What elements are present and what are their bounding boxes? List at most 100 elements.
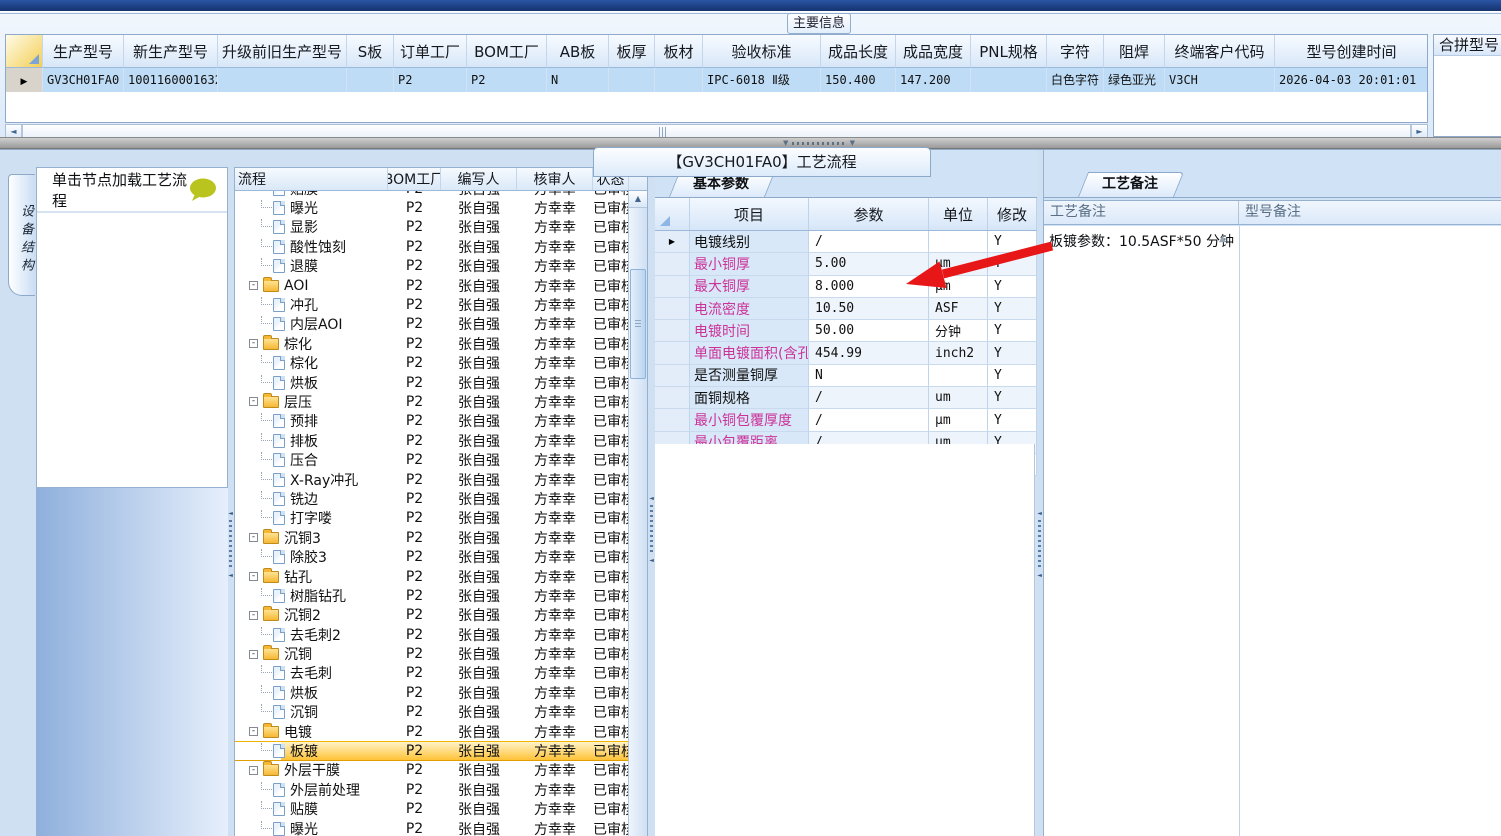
tab-main-info[interactable]: 主要信息 — [787, 13, 851, 34]
column-header[interactable]: S板 — [347, 35, 394, 68]
param-row[interactable]: 最小铜包覆厚度 / µm Y — [655, 409, 1037, 432]
param-corner-cell[interactable] — [655, 198, 690, 230]
tree-row[interactable]: 烘板 P2 张自强 方幸幸已审核 — [235, 683, 629, 703]
param-row[interactable]: 单面电镀面积(含孔) 454.99 inch2 Y — [655, 342, 1037, 365]
tree-node[interactable]: 棕化 — [235, 354, 388, 373]
cell-value[interactable]: 10011600016326 — [124, 68, 218, 92]
tree-row[interactable]: - 层压 P2 张自强 方幸幸 已审核 — [235, 392, 629, 412]
param-column-header[interactable]: 修改 — [988, 198, 1037, 230]
tree-row[interactable]: 去毛刺 P2 张自强 方幸幸已审核 — [235, 663, 629, 684]
tree-row[interactable]: X-Ray冲孔 P2 张自强 方幸幸已审核 — [235, 469, 629, 490]
tree-row[interactable]: 外层前处理 P2 张自强 方幸幸已审核 — [235, 780, 629, 800]
collapse-icon[interactable]: - — [249, 572, 258, 581]
cell-value[interactable]: GV3CH01FA0 — [43, 68, 124, 92]
collapse-icon[interactable]: - — [249, 649, 258, 659]
tree-node[interactable]: 去毛刺 — [235, 664, 388, 683]
param-value-cell[interactable]: / — [809, 409, 929, 432]
tree-node[interactable]: 酸性蚀刻 — [235, 237, 388, 256]
tree-node[interactable]: 除胶3 — [235, 547, 388, 566]
tree-row[interactable]: 曝光P2张自强方幸幸已审核 — [235, 818, 629, 836]
column-header[interactable]: 板材 — [655, 35, 703, 68]
tree-row[interactable]: 退膜 P2 张自强 方幸幸已审核 — [235, 256, 629, 276]
param-value-cell[interactable]: / — [809, 387, 929, 410]
tree-row[interactable]: 打字喽 P2 张自强 方幸幸已审核 — [235, 508, 629, 529]
column-header[interactable]: 板厚 — [609, 35, 655, 68]
tab-process-remark[interactable]: 工艺备注 — [1078, 172, 1174, 197]
tree-row[interactable]: 酸性蚀刻 P2 张自强 方幸幸已审核 — [235, 237, 629, 257]
left-vertical-splitter[interactable]: ◄ ◄ — [227, 150, 234, 836]
tree-node[interactable]: 显影 — [235, 218, 388, 237]
hscroll-grip-icon[interactable] — [659, 127, 667, 137]
tree-node[interactable]: 烘板 — [235, 683, 388, 702]
param-row[interactable]: 最小铜厚 5.00 µm Y — [655, 253, 1037, 276]
param-value-cell[interactable]: N — [809, 364, 929, 388]
scroll-up-icon[interactable]: ▲ — [629, 191, 647, 208]
tree-node[interactable]: - 沉铜2 — [235, 606, 388, 625]
collapse-icon[interactable]: - — [249, 339, 258, 349]
param-column-header[interactable]: 项目 — [690, 198, 809, 230]
tree-node[interactable]: 沉铜 — [235, 703, 388, 722]
cell-value[interactable]: 2026-04-03 20:01:01 — [1275, 68, 1427, 92]
tree-row[interactable]: 贴膜 P2 张自强 方幸幸已审核 — [235, 799, 629, 819]
tree-row[interactable]: 板镀 P2 张自强 方幸幸已审核 — [235, 741, 629, 761]
mid-vertical-splitter[interactable]: ◄ ◄ — [648, 150, 655, 836]
cell-value[interactable]: IPC-6018 Ⅱ级 — [703, 68, 821, 92]
tree-node[interactable]: 曝光 — [235, 198, 388, 217]
tree-node[interactable]: 树脂钻孔 — [235, 586, 388, 605]
tree-row[interactable]: 棕化 P2 张自强 方幸幸已审核 — [235, 353, 629, 373]
tree-node[interactable]: 打字喽 — [235, 509, 388, 528]
tree-node[interactable]: - 沉铜 — [235, 644, 388, 663]
tree-node[interactable]: 内层AOI — [235, 315, 388, 334]
tree-node[interactable]: 去毛刺2 — [235, 625, 388, 644]
column-header[interactable]: AB板 — [547, 35, 609, 68]
tree-node[interactable]: 烘板 — [235, 373, 388, 392]
right-vertical-splitter[interactable]: ◄ ◄ — [1036, 150, 1043, 836]
collapse-icon[interactable]: - — [249, 533, 258, 543]
tree-node[interactable]: 贴膜 — [235, 800, 388, 819]
cell-value[interactable]: 150.400 — [821, 68, 896, 92]
tree-node[interactable]: 外层前处理 — [235, 780, 388, 799]
tree-row[interactable]: - 沉铜3 P2 张自强 方幸幸已审核 — [235, 528, 629, 548]
tree-row[interactable]: 曝光P2张自强方幸幸已审核 — [235, 198, 629, 218]
tree-row[interactable]: - AOI P2 张自强 方幸幸已审核 — [235, 275, 629, 296]
tree-node[interactable]: - 电镀 — [235, 722, 388, 741]
cell-value[interactable]: 白色字符 — [1047, 68, 1104, 92]
param-row[interactable]: ▶ 电镀线别 / Y — [655, 231, 1037, 254]
tree-row[interactable]: 排板 P2 张自强 方幸幸已审核 — [235, 431, 629, 451]
cell-value[interactable]: P2 — [394, 68, 467, 92]
tree-column-header[interactable]: 编写人 — [441, 168, 517, 190]
tree-node[interactable]: 排板 — [235, 431, 388, 450]
tree-row[interactable]: 树脂钻孔 P2 张自强 方幸幸已审核 — [235, 586, 629, 606]
tree-row[interactable]: 除胶3 P2 张自强 方幸幸已审核 — [235, 547, 629, 567]
tree-node[interactable]: - 钻孔 — [235, 567, 388, 586]
cell-value[interactable]: P2 — [467, 68, 547, 92]
param-row[interactable]: 电镀时间 50.00 分钟 Y — [655, 320, 1037, 343]
tree-node[interactable]: - AOI — [235, 276, 388, 295]
tree-scroll-thumb[interactable] — [630, 269, 646, 379]
collapse-icon[interactable]: - — [249, 397, 258, 407]
column-header[interactable]: 字符 — [1047, 35, 1104, 68]
column-header[interactable]: BOM工厂 — [467, 35, 547, 68]
column-header[interactable]: 升级前旧生产型号 — [218, 35, 347, 68]
combined-model-header[interactable]: 合拼型号 — [1434, 35, 1501, 56]
param-row[interactable]: 面铜规格 / um Y — [655, 387, 1037, 410]
column-header[interactable]: 终端客户代码 — [1165, 35, 1275, 68]
tab-device-structure[interactable]: 设备结构 — [8, 174, 35, 296]
cell-value[interactable] — [347, 68, 394, 92]
tree-node[interactable]: - 外层干膜 — [235, 761, 388, 780]
cell-value[interactable]: V3CH — [1165, 68, 1275, 92]
param-value-cell[interactable]: / — [809, 231, 929, 254]
tree-column-header[interactable]: BOM工厂 — [388, 168, 441, 190]
column-header[interactable]: 订单工厂 — [394, 35, 467, 68]
tree-node[interactable]: 压合 — [235, 450, 388, 469]
process-remark-text[interactable]: 板镀参数：10.5ASF*50 分钟 — [1049, 231, 1234, 251]
tree-node[interactable]: 板镀 — [235, 742, 388, 760]
param-value-cell[interactable]: 10.50 — [809, 297, 929, 321]
column-header[interactable]: 验收标准 — [703, 35, 821, 68]
tree-node[interactable]: 预排 — [235, 412, 388, 431]
param-column-header[interactable]: 参数 — [809, 198, 929, 230]
param-row[interactable]: 电流密度 10.50 ASF Y — [655, 297, 1037, 321]
tree-row[interactable]: - 棕化 P2 张自强 方幸幸已审核 — [235, 334, 629, 354]
tree-node[interactable]: 贴膜 — [235, 191, 388, 198]
tree-node[interactable]: 曝光 — [235, 819, 388, 836]
